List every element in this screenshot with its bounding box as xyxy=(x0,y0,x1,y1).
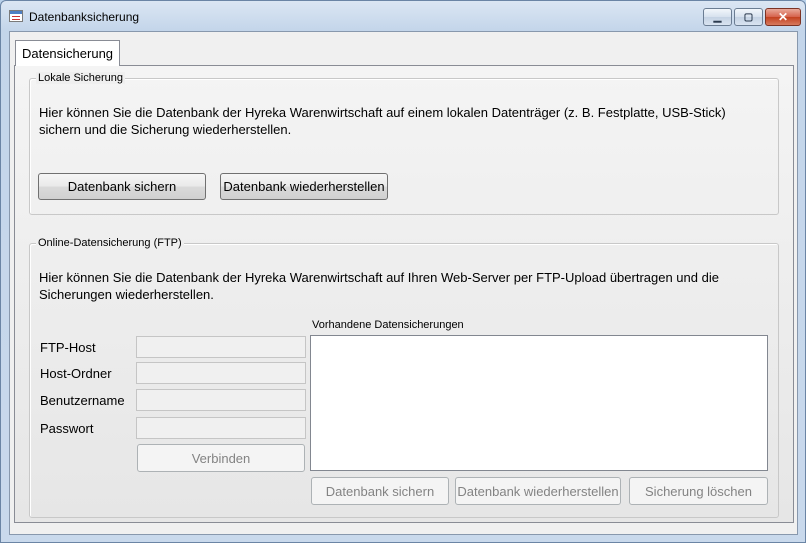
app-icon xyxy=(9,10,23,22)
online-backup-description-line2: Sicherungen wiederherstellen. xyxy=(39,287,214,302)
local-backup-legend: Lokale Sicherung xyxy=(36,72,126,84)
app-window: Datenbanksicherung ▁ ▢ ✕ Datensicherung … xyxy=(0,0,806,543)
connect-button[interactable]: Verbinden xyxy=(137,444,305,472)
minimize-icon: ▁ xyxy=(713,11,722,23)
backups-list-label: Vorhandene Datensicherungen xyxy=(312,319,464,331)
local-save-button[interactable]: Datenbank sichern xyxy=(38,173,206,200)
tab-page: Lokale Sicherung Hier können Sie die Dat… xyxy=(14,65,794,523)
local-backup-group: Lokale Sicherung Hier können Sie die Dat… xyxy=(29,72,779,215)
maximize-button[interactable]: ▢ xyxy=(734,8,763,26)
close-button[interactable]: ✕ xyxy=(765,8,801,26)
local-backup-description: Hier können Sie die Datenbank der Hyreka… xyxy=(39,104,726,138)
client-area: Datensicherung Lokale Sicherung Hier kön… xyxy=(9,31,798,535)
local-backup-description-line1: Hier können Sie die Datenbank der Hyreka… xyxy=(39,105,726,120)
host-folder-label: Host-Ordner xyxy=(40,366,112,381)
online-backup-group: Online-Datensicherung (FTP) Hier können … xyxy=(29,237,779,518)
delete-backup-button[interactable]: Sicherung löschen xyxy=(629,477,768,505)
ftp-host-label: FTP-Host xyxy=(40,340,96,355)
ftp-host-input[interactable] xyxy=(136,336,306,358)
online-save-button[interactable]: Datenbank sichern xyxy=(311,477,449,505)
password-label: Passwort xyxy=(40,421,94,436)
tab-label: Datensicherung xyxy=(21,46,114,61)
local-backup-description-line2: sichern und die Sicherung wiederherstell… xyxy=(39,122,292,137)
window-title: Datenbanksicherung xyxy=(29,10,140,24)
tab-datensicherung[interactable]: Datensicherung xyxy=(15,40,120,66)
backups-listbox[interactable] xyxy=(310,335,768,471)
host-folder-input[interactable] xyxy=(136,362,306,384)
online-backup-description-line1: Hier können Sie die Datenbank der Hyreka… xyxy=(39,270,719,285)
maximize-icon: ▢ xyxy=(743,11,754,23)
local-restore-button[interactable]: Datenbank wiederherstellen xyxy=(220,173,388,200)
title-bar[interactable]: Datenbanksicherung ▁ ▢ ✕ xyxy=(1,1,805,31)
username-input[interactable] xyxy=(136,389,306,411)
username-label: Benutzername xyxy=(40,393,125,408)
minimize-button[interactable]: ▁ xyxy=(703,8,732,26)
password-input[interactable] xyxy=(136,417,306,439)
online-restore-button[interactable]: Datenbank wiederherstellen xyxy=(455,477,621,505)
online-backup-legend: Online-Datensicherung (FTP) xyxy=(36,237,184,249)
close-icon: ✕ xyxy=(777,10,789,24)
online-backup-description: Hier können Sie die Datenbank der Hyreka… xyxy=(39,269,719,303)
